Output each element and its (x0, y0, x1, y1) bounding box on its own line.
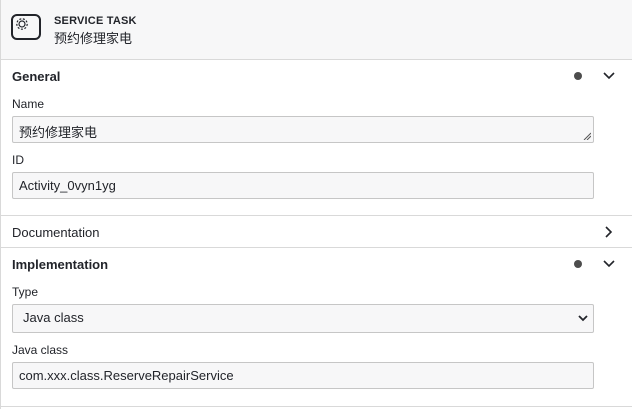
java-class-input[interactable]: com.xxx.class.ReserveRepairService (12, 362, 594, 389)
group-general-header[interactable]: General (1, 60, 632, 92)
type-select-value: Java class (23, 310, 84, 325)
name-textarea[interactable]: 预约修理家电 (12, 116, 594, 143)
id-label: ID (12, 153, 24, 167)
type-select[interactable]: Java class (12, 304, 594, 333)
chevron-right-icon[interactable] (602, 225, 616, 239)
group-general-title: General (12, 69, 61, 84)
data-marker-dot (574, 72, 582, 80)
java-class-value: com.xxx.class.ReserveRepairService (19, 368, 234, 383)
group-general: General Name 预约修理家电 ID Activity_0vyn1yg (1, 60, 632, 216)
type-label: Type (12, 285, 39, 299)
name-value: 预约修理家电 (19, 126, 98, 141)
group-implementation: Implementation Type Java class Java clas… (1, 248, 632, 407)
chevron-down-icon (578, 315, 588, 322)
panel-header: SERVICE TASK 预约修理家电 (1, 0, 632, 60)
group-documentation-header[interactable]: Documentation (1, 216, 632, 248)
service-task-icon (11, 14, 41, 40)
group-implementation-title: Implementation (12, 257, 109, 272)
chevron-down-icon[interactable] (602, 69, 616, 83)
id-value: Activity_0vyn1yg (19, 178, 116, 193)
group-documentation: Documentation (1, 216, 632, 248)
data-marker-dot (574, 260, 582, 268)
group-documentation-title: Documentation (12, 225, 100, 240)
java-class-label: Java class (12, 343, 69, 357)
resize-handle-icon[interactable] (583, 132, 591, 140)
id-input[interactable]: Activity_0vyn1yg (12, 172, 594, 199)
element-type: SERVICE TASK (54, 15, 137, 27)
group-implementation-header[interactable]: Implementation (1, 248, 632, 280)
name-label: Name (12, 97, 45, 111)
element-name: 预约修理家电 (54, 32, 133, 47)
properties-panel: SERVICE TASK 预约修理家电 General Name 预约修理家电 … (0, 0, 632, 409)
chevron-down-icon[interactable] (602, 257, 616, 271)
